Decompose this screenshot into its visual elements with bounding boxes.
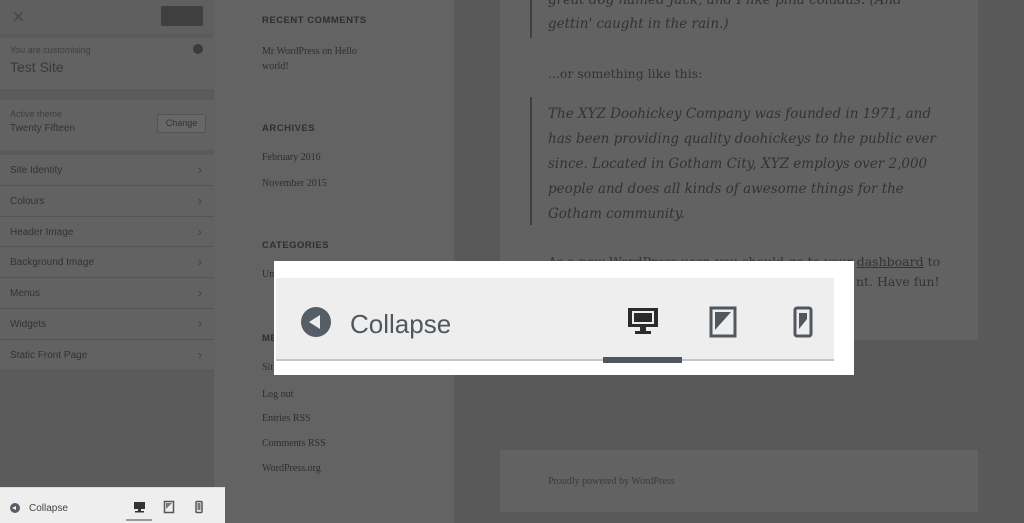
preview-mobile-button[interactable] — [763, 278, 843, 361]
meta-link[interactable]: WordPress.org — [262, 463, 321, 474]
zoomed-footer-bar: Collapse — [276, 278, 834, 363]
chevron-right-icon: › — [197, 223, 202, 239]
mobile-icon — [793, 306, 813, 338]
preview-tablet-button[interactable] — [156, 497, 182, 521]
body-text: ...or something like this: — [548, 66, 703, 81]
site-name: Test Site — [10, 59, 64, 75]
section-menus[interactable]: Menus › — [0, 278, 214, 309]
chevron-right-icon: › — [197, 285, 202, 301]
archive-link[interactable]: November 2015 — [262, 178, 327, 189]
tablet-icon — [709, 306, 737, 338]
quote-line: people and does all kinds of awesome thi… — [548, 181, 904, 197]
preview-mobile-button[interactable] — [186, 497, 212, 521]
section-label: Menus — [10, 288, 41, 300]
powered-by-text[interactable]: Proudly powered by WordPress — [548, 476, 675, 487]
section-label: Colours — [10, 195, 45, 207]
blockquote-bar — [530, 97, 532, 225]
blockquote-bar — [530, 0, 532, 38]
meta-link[interactable]: Entries RSS — [262, 413, 311, 424]
section-label: Static Front Page — [10, 349, 88, 361]
widget-title-recent-comments: RECENT COMMENTS — [262, 15, 367, 26]
customising-label: You are customising — [10, 45, 91, 55]
customizer-sidebar: ✕ You are customising Test Site Active t… — [0, 0, 214, 523]
collapse-arrow-icon[interactable] — [301, 307, 331, 337]
dashboard-link[interactable]: dashboard — [857, 254, 924, 269]
change-theme-button[interactable]: Change — [157, 114, 206, 133]
archive-link[interactable]: February 2016 — [262, 152, 321, 163]
zoomed-footer-callout: Collapse — [274, 261, 854, 375]
section-label: Header Image — [10, 226, 74, 238]
preview-desktop-button[interactable] — [603, 278, 683, 363]
chevron-right-icon: › — [197, 162, 202, 177]
widget-title-archives: ARCHIVES — [262, 123, 316, 134]
body-text-end: to — [927, 254, 941, 269]
section-label: Widgets — [10, 318, 47, 330]
body-text: nt. Have fun! — [856, 274, 940, 289]
section-list: Site Identity › Colours › Header Image › Ba… — [0, 155, 214, 371]
quote-line: The XYZ Doohickey Company was founded in… — [548, 106, 932, 122]
chevron-right-icon: › — [197, 346, 202, 362]
widget-title-categories: CATEGORIES — [262, 240, 330, 251]
help-icon[interactable] — [193, 44, 203, 54]
close-icon[interactable]: ✕ — [12, 8, 25, 26]
section-site-identity[interactable]: Site Identity › — [0, 155, 214, 186]
quote-line: Gotham community. — [548, 206, 685, 222]
section-label: Site Identity — [10, 165, 63, 176]
collapse-button[interactable]: Collapse — [29, 503, 68, 514]
preview-desktop-button[interactable] — [126, 497, 152, 521]
site-info-panel: You are customising Test Site — [0, 38, 214, 89]
recent-comment-link[interactable]: Mr WordPress on Hello world! — [262, 44, 382, 74]
meta-link[interactable]: Sit — [262, 362, 273, 373]
tablet-icon — [163, 500, 175, 514]
meta-link[interactable]: Comments RSS — [262, 438, 326, 449]
chevron-right-icon: › — [197, 192, 202, 208]
section-static-front-page[interactable]: Static Front Page › — [0, 339, 214, 371]
active-theme-panel: Active theme Twenty Fifteen Change — [0, 100, 214, 150]
meta-link[interactable]: Log out — [262, 389, 293, 400]
category-link[interactable]: Un — [262, 269, 274, 280]
collapse-button[interactable]: Collapse — [350, 309, 451, 340]
section-header-image[interactable]: Header Image › — [0, 216, 214, 248]
desktop-icon — [628, 308, 658, 334]
section-colours[interactable]: Colours › — [0, 185, 214, 217]
active-theme-label: Active theme — [10, 109, 63, 119]
sidebar-header: ✕ — [0, 0, 214, 34]
customizer-footer-bar: Collapse — [0, 487, 225, 523]
theme-name: Twenty Fifteen — [10, 123, 76, 134]
zoom-callout-edge — [834, 261, 854, 375]
chevron-right-icon: › — [197, 254, 202, 270]
section-widgets[interactable]: Widgets › — [0, 308, 214, 340]
desktop-icon — [134, 502, 145, 513]
preview-tablet-button[interactable] — [683, 278, 763, 361]
quote-line: has been providing quality doohickeys to… — [548, 131, 936, 147]
save-button[interactable] — [161, 6, 203, 26]
mobile-icon — [195, 500, 203, 514]
quote-line: since. Located in Gotham City, XYZ emplo… — [548, 156, 928, 172]
section-label: Background Image — [10, 257, 94, 269]
quote-line: gettin' caught in the rain.) — [548, 16, 729, 32]
section-background-image[interactable]: Background Image › — [0, 247, 214, 279]
chevron-right-icon: › — [197, 315, 202, 331]
collapse-arrow-icon[interactable] — [10, 503, 20, 513]
